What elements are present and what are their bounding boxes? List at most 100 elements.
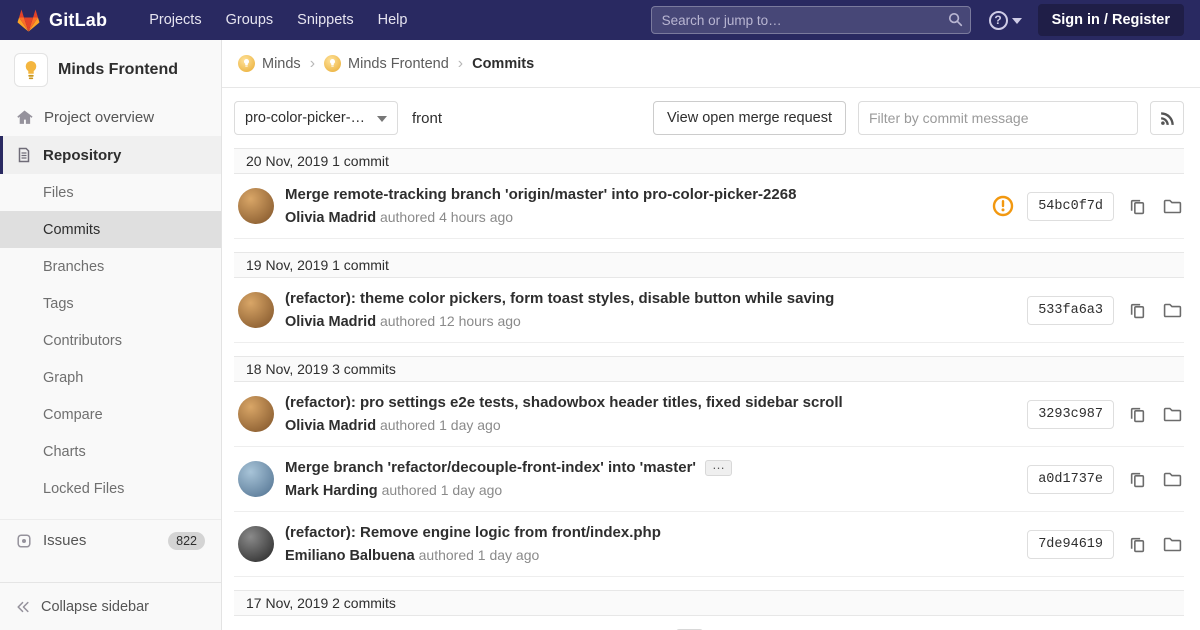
commit-actions: 533fa6a3 (1027, 295, 1184, 325)
brand-name: GitLab (49, 9, 108, 30)
author-avatar[interactable] (238, 188, 274, 224)
sidebar-item-label: Issues (43, 532, 87, 549)
project-context-header[interactable]: Minds Frontend (0, 40, 221, 98)
branch-selector-dropdown[interactable]: pro-color-picker-… (234, 101, 398, 135)
commit-sha-link[interactable]: 54bc0f7d (1027, 191, 1114, 221)
group-avatar-icon (238, 55, 255, 72)
commit-list: 20 Nov, 2019 1 commit Merge remote-track… (222, 148, 1200, 630)
search-input[interactable] (650, 6, 971, 34)
browse-files-button[interactable] (1161, 534, 1184, 555)
double-chevron-left-icon (16, 600, 30, 614)
author-avatar[interactable] (238, 526, 274, 562)
breadcrumb-group-link[interactable]: Minds (238, 55, 301, 72)
nav-link-projects[interactable]: Projects (137, 12, 213, 28)
sidebar-item-label: Project overview (44, 108, 155, 126)
sidebar-subitem-branches[interactable]: Branches (0, 248, 221, 285)
sidebar-subitem-charts[interactable]: Charts (0, 433, 221, 470)
commit-date-header: 18 Nov, 2019 3 commits (234, 356, 1184, 382)
author-avatar[interactable] (238, 292, 274, 328)
commit-title-link[interactable]: (refactor): Remove engine logic from fro… (285, 524, 661, 541)
commit-actions: 3293c987 (1027, 399, 1184, 429)
sidebar-subitem-compare[interactable]: Compare (0, 396, 221, 433)
copy-icon (1129, 302, 1146, 319)
commits-feed-button[interactable] (1150, 101, 1184, 135)
nav-link-help[interactable]: Help (366, 12, 420, 28)
search-icon[interactable] (948, 12, 963, 32)
issues-count-badge: 822 (168, 531, 205, 550)
sidebar-subitem-commits[interactable]: Commits (0, 211, 221, 248)
breadcrumb-project-link[interactable]: Minds Frontend (324, 55, 449, 72)
commit-title-link[interactable]: Merge branch 'refactor/decouple-front-in… (285, 459, 696, 476)
breadcrumb-separator-icon: › (457, 54, 464, 72)
commit-title-link[interactable]: (refactor): pro settings e2e tests, shad… (285, 394, 843, 411)
commit-info: (refactor): pro settings e2e tests, shad… (285, 394, 1013, 434)
branch-selector-label: pro-color-picker-… (245, 110, 366, 126)
copy-sha-button[interactable] (1127, 469, 1148, 490)
browse-files-button[interactable] (1161, 469, 1184, 490)
sidebar-subitem-tags[interactable]: Tags (0, 285, 221, 322)
commit-author-link[interactable]: Olivia Madrid (285, 314, 376, 330)
sidebar-subitem-locked-files[interactable]: Locked Files (0, 470, 221, 507)
folder-icon (1163, 198, 1182, 215)
commit-info: (refactor): Remove engine logic from fro… (285, 524, 1013, 564)
sidebar-item-repository[interactable]: Repository (0, 136, 221, 174)
commit-author-link[interactable]: Olivia Madrid (285, 418, 376, 434)
sidebar-subitem-files[interactable]: Files (0, 174, 221, 211)
commit-sha-link[interactable]: 533fa6a3 (1027, 295, 1114, 325)
folder-icon (1163, 406, 1182, 423)
commit-author-link[interactable]: Mark Harding (285, 483, 378, 499)
copy-sha-button[interactable] (1127, 196, 1148, 217)
copy-sha-button[interactable] (1127, 404, 1148, 425)
home-icon (16, 109, 33, 126)
breadcrumb-label: Minds Frontend (348, 55, 449, 72)
copy-icon (1129, 471, 1146, 488)
chevron-down-icon (377, 110, 387, 126)
browse-files-button[interactable] (1161, 300, 1184, 321)
sidebar-subitem-contributors[interactable]: Contributors (0, 322, 221, 359)
commit-sha-link[interactable]: 7de94619 (1027, 529, 1114, 559)
nav-link-groups[interactable]: Groups (214, 12, 286, 28)
commit-actions: a0d1737e (1027, 464, 1184, 494)
commit-row: Merge remote-tracking branch 'origin/mas… (234, 174, 1184, 239)
global-search (650, 6, 971, 34)
author-avatar[interactable] (238, 396, 274, 432)
browse-files-button[interactable] (1161, 404, 1184, 425)
copy-sha-button[interactable] (1127, 534, 1148, 555)
help-menu[interactable]: ? (988, 10, 1022, 30)
commit-author-link[interactable]: Olivia Madrid (285, 210, 376, 226)
folder-icon (1163, 471, 1182, 488)
sidebar-item-project-overview[interactable]: Project overview (0, 98, 221, 136)
breadcrumb-separator-icon: › (309, 54, 316, 72)
commit-title-link[interactable]: Merge remote-tracking branch 'origin/mas… (285, 186, 796, 203)
commit-sha-link[interactable]: 3293c987 (1027, 399, 1114, 429)
view-open-merge-request-button[interactable]: View open merge request (653, 101, 846, 135)
commit-info: Merge remote-tracking branch 'origin/mas… (285, 186, 978, 226)
folder-icon (1163, 302, 1182, 319)
main-content: Minds › Minds Frontend › Commits pro-col… (222, 40, 1200, 630)
copy-sha-button[interactable] (1127, 300, 1148, 321)
author-avatar[interactable] (238, 461, 274, 497)
commit-description-expander[interactable] (705, 459, 732, 476)
commit-filter-input[interactable] (858, 101, 1138, 135)
commit-title-link[interactable]: (refactor): theme color pickers, form to… (285, 290, 834, 307)
commit-author-link[interactable]: Emiliano Balbuena (285, 548, 415, 564)
commit-row: (refactor): theme color pickers, form to… (234, 278, 1184, 343)
issues-icon (16, 533, 32, 549)
chevron-down-icon (1011, 11, 1022, 29)
sidebar-subitem-graph[interactable]: Graph (0, 359, 221, 396)
commit-time: authored 12 hours ago (379, 313, 521, 329)
commit-sha-link[interactable]: a0d1737e (1027, 464, 1114, 494)
commit-meta: Mark Harding authored 1 day ago (285, 482, 1013, 499)
copy-icon (1129, 198, 1146, 215)
copy-icon (1129, 406, 1146, 423)
commit-meta: Olivia Madrid authored 4 hours ago (285, 209, 978, 226)
sidebar-item-issues[interactable]: Issues 822 (0, 519, 221, 561)
commit-row: (refactor): pro settings e2e tests, shad… (234, 382, 1184, 447)
sign-in-register-button[interactable]: Sign in / Register (1037, 4, 1184, 36)
collapse-sidebar-button[interactable]: Collapse sidebar (0, 582, 221, 630)
pipeline-warning-icon[interactable] (992, 195, 1014, 217)
nav-link-snippets[interactable]: Snippets (285, 12, 365, 28)
gitlab-logo[interactable]: GitLab (16, 8, 107, 32)
commit-time: authored 4 hours ago (379, 209, 514, 225)
browse-files-button[interactable] (1161, 196, 1184, 217)
